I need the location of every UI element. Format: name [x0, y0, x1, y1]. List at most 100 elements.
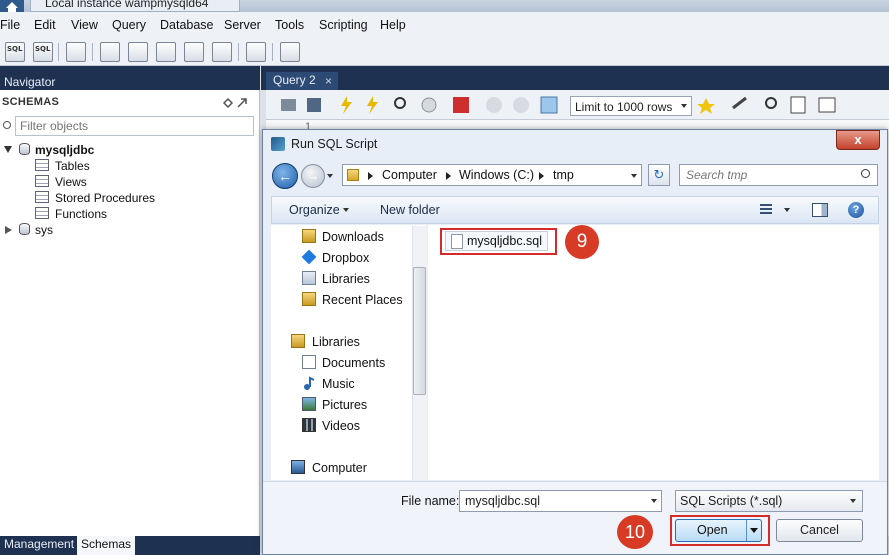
limit-rows-select[interactable]: Limit to 1000 rows: [570, 96, 692, 116]
help-icon[interactable]: ?: [848, 202, 864, 218]
chevron-down-icon[interactable]: [631, 174, 637, 178]
chevron-down-icon[interactable]: [343, 208, 349, 212]
nav-item-videos[interactable]: Videos: [322, 419, 360, 433]
file-name-label: File name:: [401, 494, 460, 508]
chevron-down-icon[interactable]: [784, 208, 790, 212]
nav-item-dropbox[interactable]: Dropbox: [322, 251, 369, 265]
home-icon[interactable]: [0, 0, 24, 12]
new-folder-button[interactable]: New folder: [380, 203, 440, 217]
scrollbar-thumb[interactable]: [413, 267, 426, 395]
tree-item-functions[interactable]: Functions: [55, 207, 107, 221]
nav-item-documents[interactable]: Documents: [322, 356, 385, 370]
cancel-button[interactable]: Cancel: [776, 519, 863, 542]
step-10-badge: 10: [617, 515, 653, 549]
tree-item-views[interactable]: Views: [55, 175, 87, 189]
tables-folder-icon: [35, 159, 49, 171]
computer-icon: [291, 460, 305, 474]
main-toolbar: SQL SQL: [0, 38, 889, 66]
chevron-down-icon[interactable]: [651, 499, 657, 503]
nav-item-pictures[interactable]: Pictures: [322, 398, 367, 412]
create-view-icon[interactable]: [156, 42, 176, 62]
file-list-pane: [428, 225, 879, 480]
toolbar-separator: [58, 43, 59, 61]
menu-edit[interactable]: Edit: [34, 18, 56, 32]
libraries-icon: [302, 271, 316, 285]
nav-item-libraries-group[interactable]: Libraries: [312, 335, 360, 349]
schema-refresh-icon[interactable]: [222, 97, 250, 109]
refresh-button[interactable]: ↻: [648, 164, 670, 186]
filter-objects-input[interactable]: [15, 116, 254, 136]
navigator-header: Navigator: [0, 66, 260, 90]
create-procedure-icon[interactable]: [184, 42, 204, 62]
schemas-label: SCHEMAS: [2, 96, 60, 108]
toolbar-separator: [92, 43, 93, 61]
change-view-icon[interactable]: [760, 204, 772, 216]
annotation-highlight-box: [440, 228, 557, 255]
search-icon: [3, 121, 11, 129]
breadcrumb-tmp[interactable]: tmp: [553, 168, 574, 182]
new-sql-tab-icon[interactable]: SQL: [5, 42, 25, 62]
nav-item-libraries[interactable]: Libraries: [322, 272, 370, 286]
breadcrumb-windows-c[interactable]: Windows (C:): [459, 168, 534, 182]
libraries-icon: [291, 334, 305, 348]
tab-schemas[interactable]: Schemas: [77, 536, 136, 555]
views-folder-icon: [35, 175, 49, 187]
pictures-icon: [302, 397, 316, 411]
editor-tab-strip: [261, 66, 889, 90]
inspector-icon[interactable]: [66, 42, 86, 62]
nav-item-music[interactable]: Music: [322, 377, 355, 391]
collapse-arrow-icon[interactable]: [5, 226, 12, 234]
breadcrumb-arrow-icon[interactable]: [368, 172, 373, 180]
close-icon[interactable]: ×: [325, 74, 332, 88]
create-table-icon[interactable]: [128, 42, 148, 62]
chevron-down-icon[interactable]: [681, 104, 687, 108]
menu-view[interactable]: View: [71, 18, 98, 32]
database-icon: [19, 143, 30, 155]
annotation-highlight-box: [670, 515, 770, 546]
breadcrumb-computer[interactable]: Computer: [382, 168, 437, 182]
toolbar-separator: [238, 43, 239, 61]
create-schema-icon[interactable]: [100, 42, 120, 62]
chevron-down-icon[interactable]: [850, 499, 856, 503]
menu-help[interactable]: Help: [380, 18, 406, 32]
tree-item-stored-procedures[interactable]: Stored Procedures: [55, 191, 155, 205]
preview-pane-icon[interactable]: [812, 203, 828, 217]
tab-management[interactable]: Management: [0, 536, 79, 555]
search-icon[interactable]: [861, 169, 870, 178]
open-sql-script-icon[interactable]: SQL: [33, 42, 53, 62]
search-input[interactable]: Search tmp: [679, 164, 878, 186]
back-button[interactable]: ←: [272, 163, 298, 189]
search-table-data-icon[interactable]: [246, 42, 266, 62]
dialog-close-button[interactable]: x: [836, 130, 880, 150]
downloads-icon: [302, 229, 316, 243]
schema-mysqljdbc[interactable]: mysqljdbc: [35, 143, 94, 157]
instance-tab[interactable]: Local instance wampmysqld64: [30, 0, 240, 12]
tree-item-tables[interactable]: Tables: [55, 159, 90, 173]
breadcrumb-arrow-icon[interactable]: [539, 172, 544, 180]
menu-database[interactable]: Database: [160, 18, 214, 32]
workbench-icon: [271, 137, 285, 151]
expand-arrow-icon[interactable]: [4, 146, 12, 153]
nav-item-computer[interactable]: Computer: [312, 461, 367, 475]
menu-server[interactable]: Server: [224, 18, 261, 32]
forward-button[interactable]: →: [301, 164, 325, 188]
organize-button[interactable]: Organize: [289, 203, 340, 217]
breadcrumb-arrow-icon[interactable]: [446, 172, 451, 180]
file-type-select[interactable]: SQL Scripts (*.sql): [675, 490, 863, 512]
menu-file[interactable]: File: [0, 18, 20, 32]
menu-tools[interactable]: Tools: [275, 18, 304, 32]
file-name-input[interactable]: mysqljdbc.sql: [459, 490, 662, 512]
functions-folder-icon: [35, 207, 49, 219]
dialog-title: Run SQL Script: [291, 137, 378, 151]
toolbar-separator: [272, 43, 273, 61]
schema-sys[interactable]: sys: [35, 223, 53, 237]
nav-item-downloads[interactable]: Downloads: [322, 230, 384, 244]
database-icon: [19, 223, 30, 235]
reconnect-icon[interactable]: [280, 42, 300, 62]
nav-item-recent-places[interactable]: Recent Places: [322, 293, 403, 307]
menu-scripting[interactable]: Scripting: [319, 18, 368, 32]
step-9-badge: 9: [565, 225, 599, 259]
menu-query[interactable]: Query: [112, 18, 146, 32]
recent-locations-icon[interactable]: [327, 174, 333, 178]
create-function-icon[interactable]: [212, 42, 232, 62]
